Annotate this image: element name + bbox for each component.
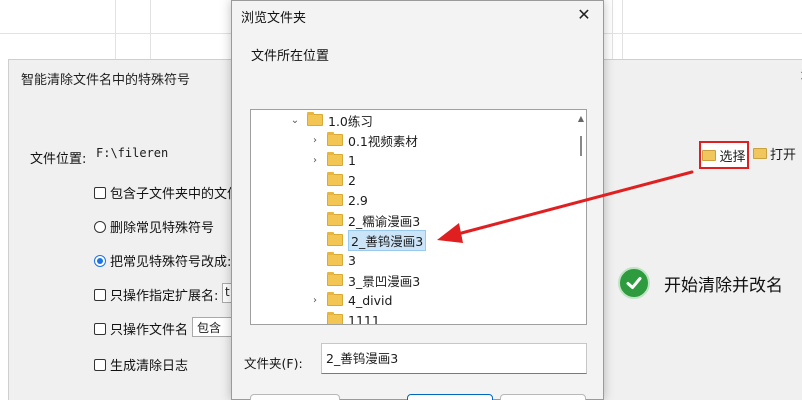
chevron-down-icon[interactable]: ⌄ <box>289 114 301 126</box>
tree-item-label: 1 <box>348 152 356 168</box>
checkmark-circle-icon <box>618 267 650 299</box>
tree-item[interactable]: 3 <box>251 250 571 270</box>
dialog-title: 浏览文件夹 <box>241 11 307 26</box>
tree-item-label: 2.9 <box>348 192 368 208</box>
folder-field-label: 文件夹(F): <box>244 356 303 371</box>
only-name-checkbox[interactable] <box>94 322 106 335</box>
gen-log-option[interactable]: 生成清除日志 <box>94 355 188 374</box>
include-sub-checkbox[interactable] <box>94 186 106 199</box>
close-icon[interactable]: ✕ <box>573 3 595 25</box>
grid-line <box>612 0 613 60</box>
tree-item[interactable]: › 1 <box>251 150 571 170</box>
folder-icon <box>327 192 343 206</box>
folder-open-icon <box>753 148 767 159</box>
only-ext-label: 只操作指定扩展名: <box>110 289 219 304</box>
new-folder-button[interactable] <box>250 394 340 400</box>
folder-icon <box>327 292 343 306</box>
tree-item-label: 1.0练习 <box>328 113 373 129</box>
dialog-caption: 文件所在位置 <box>251 49 330 64</box>
chevron-right-icon[interactable]: › <box>309 154 321 166</box>
tree-item-label: 2 <box>348 172 356 188</box>
tree-item-label: 3_景凹漫画3 <box>348 273 421 289</box>
tool-title: 智能清除文件名中的特殊符号 <box>21 73 191 88</box>
grid-line <box>150 0 151 60</box>
location-input[interactable]: F:\fileren <box>92 144 232 166</box>
chevron-right-icon[interactable]: › <box>309 294 321 306</box>
tree-item-selected[interactable]: 2_善钨漫画3 <box>251 229 571 251</box>
delete-common-radio[interactable] <box>94 220 106 233</box>
cancel-button[interactable] <box>500 394 586 400</box>
folder-icon <box>327 252 343 266</box>
folder-icon <box>327 132 343 146</box>
gen-log-label: 生成清除日志 <box>110 359 189 374</box>
start-button-label: 开始清除并改名 <box>664 275 783 296</box>
ok-button[interactable] <box>407 394 493 400</box>
browse-folder-dialog: 浏览文件夹 ✕ 文件所在位置 ▲ ⌄ 1.0练习 › 0.1视频素材 › 1 2… <box>231 0 604 400</box>
tree-item[interactable]: 2_糯谕漫画3 <box>251 210 571 230</box>
tree-item-label: 2_糯谕漫画3 <box>348 213 421 229</box>
tree-item[interactable]: 2.9 <box>251 190 571 210</box>
folder-icon <box>327 232 343 246</box>
include-sub-option[interactable]: 包含子文件夹中的文件 <box>94 183 240 202</box>
tree-item-label: 4_divid <box>348 292 393 308</box>
folder-icon <box>307 112 323 126</box>
tree-item-label: 1111 <box>348 312 380 325</box>
gen-log-checkbox[interactable] <box>94 358 106 371</box>
tree-item-label: 0.1视频素材 <box>348 133 418 149</box>
replace-common-option[interactable]: 把常见特殊符号改成: <box>94 251 231 270</box>
replace-common-label: 把常见特殊符号改成: <box>110 255 232 270</box>
location-label: 文件位置: <box>30 152 87 167</box>
replace-common-radio[interactable] <box>94 254 106 267</box>
only-name-label: 只操作文件名 <box>110 323 189 338</box>
delete-common-option[interactable]: 删除常见特殊符号 <box>94 217 214 236</box>
tree-item[interactable]: 1111 <box>251 310 571 325</box>
delete-common-label: 删除常见特殊符号 <box>110 221 215 236</box>
only-name-input[interactable]: 包含 <box>192 317 232 337</box>
tree-item-label: 2_善钨漫画3 <box>348 229 427 251</box>
folder-icon <box>327 212 343 226</box>
grid-line <box>115 0 116 60</box>
folder-field[interactable]: 2_善钨漫画3 <box>321 343 587 374</box>
folder-plus-icon <box>702 149 717 161</box>
select-button-label: 选择 <box>719 149 746 165</box>
select-button[interactable]: 选择 <box>699 141 749 169</box>
only-ext-option[interactable]: 只操作指定扩展名: <box>94 285 218 304</box>
scrollbar-thumb[interactable] <box>580 136 582 156</box>
folder-icon <box>327 272 343 286</box>
folder-tree[interactable]: ▲ ⌄ 1.0练习 › 0.1视频素材 › 1 2 2.9 2_糯谕漫画3 2_… <box>250 109 587 325</box>
include-sub-label: 包含子文件夹中的文件 <box>110 187 241 202</box>
scroll-up-icon[interactable]: ▲ <box>578 114 584 123</box>
only-name-option[interactable]: 只操作文件名 <box>94 319 188 338</box>
tree-item[interactable]: › 4_divid <box>251 290 571 310</box>
tree-item-label: 3 <box>348 252 356 268</box>
tree-item[interactable]: › 0.1视频素材 <box>251 130 571 150</box>
tree-item[interactable]: ⌄ 1.0练习 <box>251 110 571 130</box>
folder-icon <box>327 152 343 166</box>
chevron-right-icon[interactable]: › <box>309 134 321 146</box>
open-button-label: 打开 <box>770 148 797 163</box>
only-ext-checkbox[interactable] <box>94 288 106 301</box>
open-button[interactable]: 打开 <box>753 144 796 163</box>
start-button[interactable]: 开始清除并改名 <box>610 253 802 313</box>
tree-item[interactable]: 3_景凹漫画3 <box>251 270 571 290</box>
folder-icon <box>327 172 343 186</box>
grid-line <box>622 0 623 60</box>
tree-item[interactable]: 2 <box>251 170 571 190</box>
folder-icon <box>327 312 343 324</box>
